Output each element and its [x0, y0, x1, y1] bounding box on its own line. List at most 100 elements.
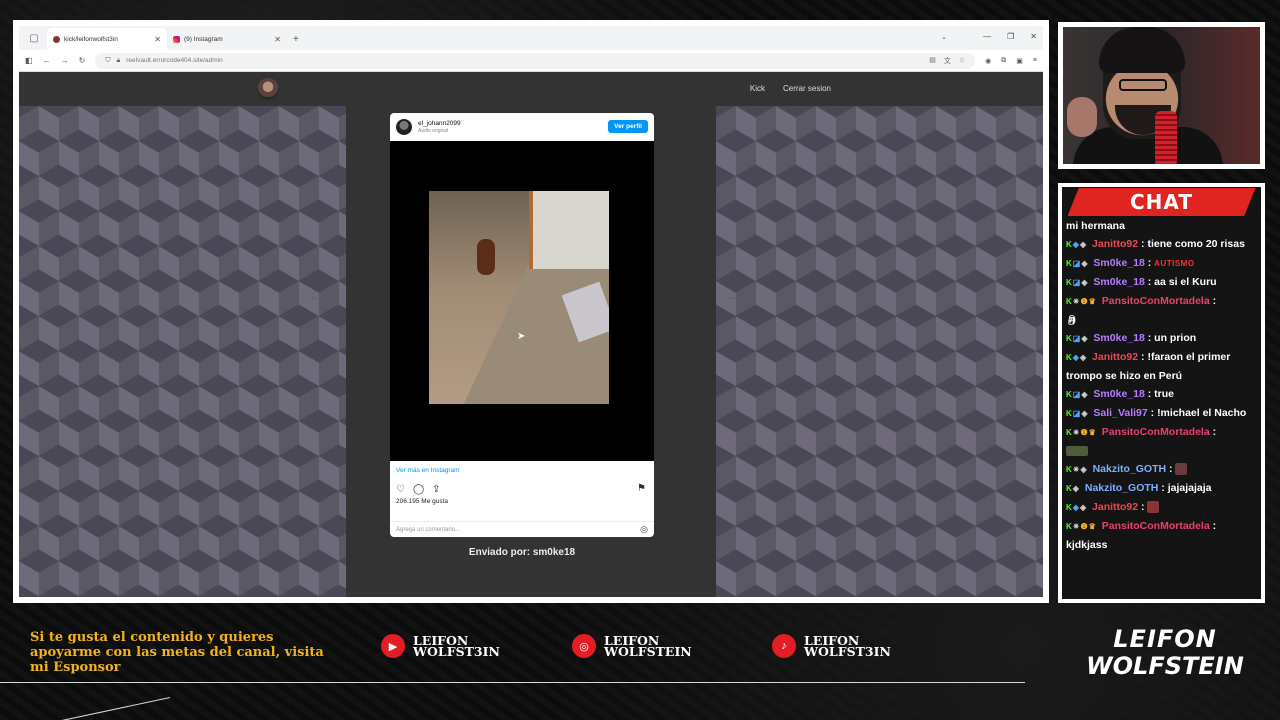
fridge-door — [529, 191, 609, 269]
chat-username[interactable]: Janitto92 — [1092, 238, 1138, 250]
message-text: kjdkjass — [1066, 539, 1108, 551]
chat-username[interactable]: Janitto92 — [1092, 501, 1138, 513]
chevron-down-icon[interactable]: ⌄ — [941, 33, 947, 41]
url-field[interactable]: ⛉ 🔒︎ reelvault.errorcode404.site/admin ▤… — [95, 52, 976, 69]
footer-divider — [0, 682, 1025, 683]
kick-badge-icon: K — [1066, 428, 1072, 437]
chat-username[interactable]: Sm0ke_18 — [1093, 276, 1144, 288]
nav-kick-link[interactable]: Kick — [750, 84, 765, 93]
chat-message: K◪◈ Sm0ke_18 : AUTISMO — [1066, 257, 1195, 269]
message-text: true — [1154, 388, 1174, 400]
chat-messages: mi hermana K◆◈ Janitto92 : tiene como 20… — [1066, 217, 1257, 554]
chat-username[interactable]: Sali_Vali97 — [1093, 407, 1147, 419]
star-badge-icon: ✷ — [1072, 465, 1080, 474]
view-more-link[interactable]: Ver más en Instagram — [390, 461, 654, 480]
tab-instagram[interactable]: (9) Instagram ✕ — [167, 28, 287, 50]
extension-icon[interactable]: ◉ — [985, 57, 991, 65]
social-name-line2: WOLFST3IN — [413, 644, 500, 659]
ig-video-player[interactable]: ➤ — [390, 141, 654, 461]
emote-icon: 🗿︎ — [1066, 315, 1078, 325]
back-icon[interactable]: ← — [43, 56, 51, 65]
kick-badge-icon: K — [1066, 334, 1072, 343]
gem-badge-icon: ◈ — [1081, 390, 1088, 399]
chat-message: K◪◈ Sm0ke_18 : aa si el Kuru — [1066, 276, 1217, 288]
url-text: reelvault.errorcode404.site/admin — [126, 57, 223, 64]
reelvault-page: Kick Cerrar sesion ← → el_johann2099 Aud… — [19, 72, 1043, 597]
message-text: !faraon el primer trompo se hizo en Perú — [1066, 351, 1231, 382]
emote-icon — [1066, 446, 1088, 457]
tab-menu-icon[interactable]: ▢ — [25, 29, 43, 47]
ig-username[interactable]: el_johann2099 — [418, 120, 461, 128]
maximize-icon[interactable]: ❐ — [1007, 32, 1014, 41]
puzzle-icon[interactable]: ⧉ — [1001, 57, 1006, 65]
window-close-icon[interactable]: ✕ — [1030, 32, 1037, 41]
chat-username[interactable]: Nakzito_GOTH — [1093, 463, 1167, 475]
minimize-icon[interactable]: — — [983, 32, 991, 41]
close-icon[interactable]: ✕ — [274, 35, 281, 44]
heart-icon[interactable]: ♡ — [396, 484, 405, 495]
site-logo[interactable] — [257, 78, 279, 100]
shield-icon: ⛉ — [105, 56, 111, 64]
chat-username[interactable]: PansitoConMortadela — [1102, 520, 1210, 532]
webcam-frame — [1058, 22, 1265, 169]
nav-logout-link[interactable]: Cerrar sesion — [783, 84, 831, 93]
site-nav: Kick Cerrar sesion — [750, 84, 831, 93]
comment-input[interactable]: Agrega un comentario... ◎ — [390, 521, 654, 537]
instagram-icon: ◎ — [572, 634, 596, 658]
crown-badge-icon: ♛ — [1088, 522, 1096, 531]
message-text: mi hermana — [1066, 220, 1125, 232]
translate-icon[interactable]: 文 — [944, 56, 951, 66]
avatar[interactable] — [396, 119, 412, 135]
instagram-icon[interactable]: ◎ — [640, 524, 648, 535]
sidebar-toggle-icon[interactable]: ◧ — [25, 56, 33, 65]
reader-icon[interactable]: ▤ — [929, 56, 936, 66]
chat-username[interactable]: Nakzito_GOTH — [1085, 482, 1159, 494]
reload-icon[interactable]: ↻ — [79, 56, 86, 65]
chat-username[interactable]: Sm0ke_18 — [1093, 332, 1144, 344]
sponsor-text: Si te gusta el contenido y quieres apoya… — [30, 630, 324, 675]
menu-icon[interactable]: ≡ — [1033, 57, 1037, 65]
ig-header: el_johann2099 Audio original Ver perfil — [390, 113, 654, 141]
forward-icon[interactable]: → — [61, 56, 69, 65]
message-emote-text: AUTISMO — [1154, 259, 1195, 268]
sub-badge-icon: ◪ — [1072, 278, 1081, 287]
view-profile-button[interactable]: Ver perfil — [608, 120, 648, 133]
chat-username[interactable]: Sm0ke_18 — [1093, 257, 1144, 269]
site-header: Kick Cerrar sesion — [19, 72, 1043, 106]
kick-badge-icon: K — [1066, 278, 1072, 287]
chat-title: CHAT — [1067, 188, 1256, 216]
kick-favicon-icon — [53, 35, 60, 43]
browser-window: ▢ kick/leifonwolfst3in ✕ (9) Instagram ✕… — [19, 26, 1043, 597]
webcam-feed — [1063, 27, 1260, 164]
microphone — [1155, 111, 1177, 164]
comment-placeholder: Agrega un comentario... — [396, 526, 461, 533]
comment-icon[interactable]: ◯ — [413, 484, 424, 495]
message-text: !michael el Nacho — [1157, 407, 1247, 419]
new-tab-button[interactable]: + — [293, 34, 299, 45]
streamer-hair — [1099, 27, 1185, 73]
social-youtube: ▶ LEIFON WOLFST3IN — [381, 634, 500, 658]
tab-kick[interactable]: kick/leifonwolfst3in ✕ — [47, 28, 167, 50]
close-icon[interactable]: ✕ — [154, 35, 161, 44]
account-icon[interactable]: ▣ — [1016, 57, 1023, 65]
star-icon[interactable]: ☆ — [959, 56, 965, 66]
bookmark-icon[interactable]: ⚑ — [637, 483, 646, 494]
chat-username[interactable]: Janitto92 — [1092, 351, 1138, 363]
chat-username[interactable]: PansitoConMortadela — [1102, 426, 1210, 438]
chat-username[interactable]: PansitoConMortadela — [1102, 295, 1210, 307]
message-text: jajajajaja — [1167, 482, 1212, 494]
kick-badge-icon: K — [1066, 390, 1072, 399]
sub-badge-icon: ◆ — [1072, 240, 1079, 249]
next-arrow-icon[interactable]: → — [727, 292, 737, 303]
chat-message: K◪◈ Sm0ke_18 : un prion — [1066, 332, 1197, 344]
tab-bar: ▢ kick/leifonwolfst3in ✕ (9) Instagram ✕… — [19, 26, 1043, 50]
chat-message: K◆◈ Janitto92 : tiene como 20 risas — [1066, 238, 1245, 250]
ig-audio-label[interactable]: Audio original — [418, 128, 461, 134]
kick-badge-icon: K — [1066, 522, 1072, 531]
chat-username[interactable]: Sm0ke_18 — [1093, 388, 1144, 400]
kick-badge-icon: K — [1066, 259, 1072, 268]
video-frame[interactable]: ➤ — [429, 191, 609, 404]
share-icon[interactable]: ⇪ — [432, 484, 440, 495]
brand-line2: WOLFSTEIN — [1086, 652, 1244, 680]
prev-arrow-icon[interactable]: ← — [309, 292, 319, 303]
